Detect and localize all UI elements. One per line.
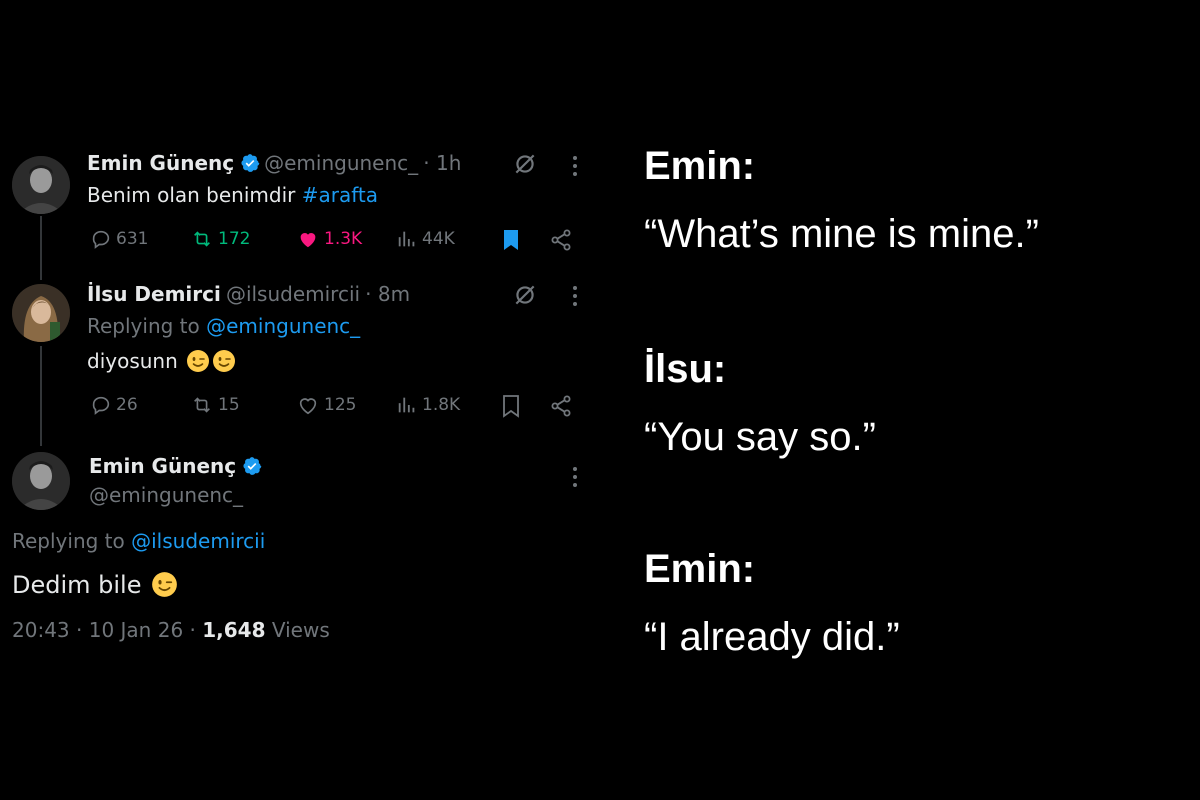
- avatar[interactable]: [12, 284, 70, 342]
- views-count: 44K: [422, 229, 455, 249]
- reply-button[interactable]: 631: [90, 228, 148, 250]
- views-button[interactable]: 44K: [396, 228, 455, 250]
- timestamp[interactable]: · 8m: [365, 282, 410, 306]
- author-handle[interactable]: @emingunenc_: [89, 483, 243, 507]
- translated-quote: “I already did.”: [644, 615, 900, 659]
- more-icon[interactable]: [572, 156, 578, 180]
- views-button[interactable]: 1.8K: [396, 394, 460, 416]
- avatar[interactable]: [12, 452, 70, 510]
- views-count: 1.8K: [422, 395, 461, 415]
- like-icon: [299, 398, 317, 415]
- tweet-text: diyosunn: [87, 349, 178, 373]
- tweet-time[interactable]: 20:43: [12, 618, 70, 642]
- like-button[interactable]: 1.3K: [296, 228, 362, 250]
- views-icon: [398, 231, 415, 247]
- like-button[interactable]: 125: [296, 394, 356, 416]
- translated-quote: “What’s mine is mine.”: [644, 212, 1039, 256]
- like-count: 125: [324, 395, 357, 415]
- hashtag-link[interactable]: #arafta: [302, 183, 378, 207]
- share-icon[interactable]: [549, 394, 573, 418]
- translated-quote: “You say so.”: [644, 415, 876, 459]
- tweet-date[interactable]: 10 Jan 26: [89, 618, 183, 642]
- views-label: Views: [271, 618, 330, 642]
- retweet-icon: [194, 231, 210, 247]
- retweet-count: 15: [218, 395, 240, 415]
- author-name[interactable]: İlsu Demirci: [87, 282, 221, 306]
- tweet-text: Benim olan benimdir: [87, 183, 302, 207]
- bookmark-icon[interactable]: [500, 228, 522, 252]
- verified-icon: [243, 457, 262, 475]
- author-name[interactable]: Emin Günenç: [87, 151, 234, 175]
- mention-link[interactable]: @emingunenc_: [206, 314, 360, 338]
- thread-line: [40, 346, 42, 446]
- winking-face-emoji: [187, 350, 210, 372]
- tweet-text: Dedim bile: [12, 571, 142, 599]
- grok-icon[interactable]: [512, 151, 538, 177]
- more-icon[interactable]: [572, 467, 578, 491]
- reply-count: 631: [116, 229, 149, 249]
- reply-count: 26: [116, 395, 138, 415]
- retweet-icon: [194, 397, 210, 413]
- share-icon[interactable]: [549, 228, 573, 252]
- more-icon[interactable]: [572, 286, 578, 310]
- reply-button[interactable]: 26: [90, 394, 138, 416]
- replying-to-label: Replying to: [87, 314, 207, 338]
- replying-to-label: Replying to: [12, 529, 132, 553]
- verified-icon: [241, 154, 260, 172]
- reply-icon: [92, 396, 110, 415]
- reply-icon: [92, 230, 110, 249]
- winking-face-emoji: [152, 572, 178, 597]
- author-name[interactable]: Emin Günenç: [89, 454, 236, 478]
- views-total: 1,648: [202, 618, 266, 642]
- grok-icon[interactable]: [512, 282, 538, 308]
- timestamp[interactable]: · 1h: [423, 151, 461, 175]
- author-handle[interactable]: @ilsudemircii: [226, 282, 360, 306]
- author-handle[interactable]: @emingunenc_: [264, 151, 418, 175]
- retweet-count: 172: [218, 229, 251, 249]
- mention-link[interactable]: @ilsudemircii: [131, 529, 265, 553]
- thread-line: [40, 216, 42, 280]
- like-count: 1.3K: [324, 229, 363, 249]
- speaker-label: İlsu:: [644, 347, 727, 391]
- like-icon: [300, 233, 316, 248]
- winking-face-emoji: [213, 350, 236, 372]
- speaker-label: Emin:: [644, 144, 756, 188]
- avatar[interactable]: [12, 156, 70, 214]
- speaker-label: Emin:: [644, 547, 756, 591]
- views-icon: [398, 397, 415, 413]
- retweet-button[interactable]: 172: [190, 228, 250, 250]
- retweet-button[interactable]: 15: [190, 394, 240, 416]
- bookmark-icon[interactable]: [500, 394, 522, 418]
